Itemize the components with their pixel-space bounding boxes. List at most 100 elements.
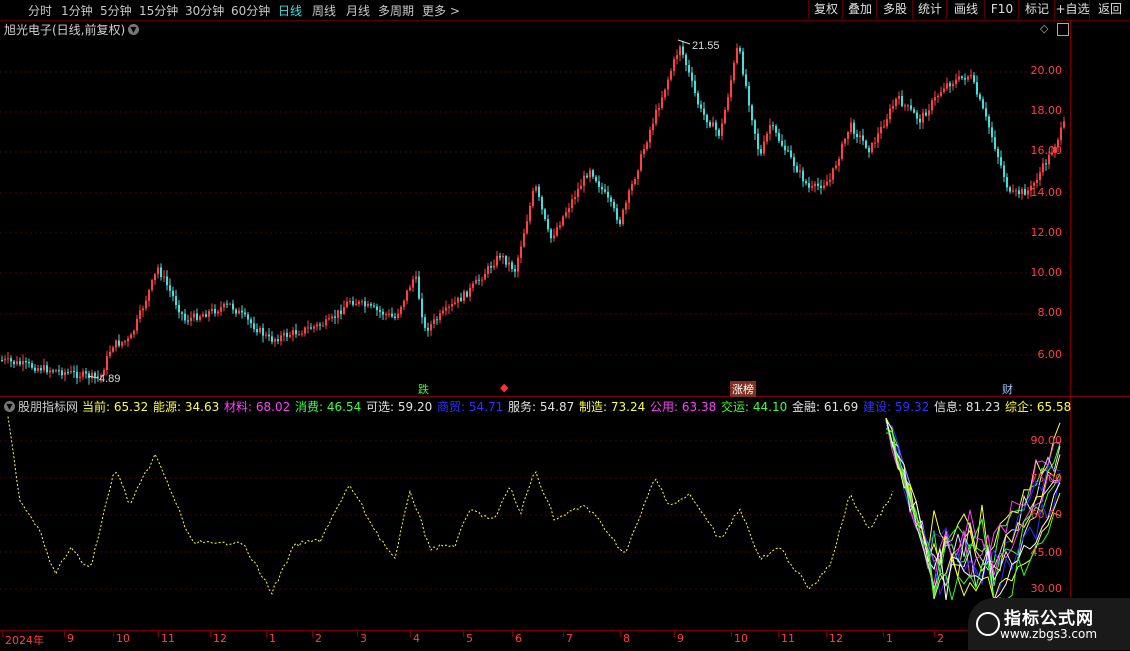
candle-body: [298, 334, 300, 336]
candle-body: [577, 188, 579, 198]
candle-body: [226, 303, 228, 305]
candle-body: [805, 181, 807, 184]
candle-body: [643, 149, 645, 155]
candle-body: [319, 324, 321, 326]
indicator-item: 公用: 63.38: [650, 400, 717, 414]
candle-body: [622, 209, 624, 225]
event-marker[interactable]: ◆: [498, 381, 510, 394]
candle-body: [481, 279, 483, 281]
event-marker[interactable]: 财: [1000, 381, 1015, 397]
candle-body: [679, 46, 681, 56]
candle-body: [733, 62, 735, 81]
candle-body: [250, 319, 252, 324]
candle-body: [55, 370, 57, 372]
candle-body: [52, 370, 54, 372]
candle-body: [901, 96, 903, 107]
candle-body: [862, 135, 864, 141]
candle-body: [526, 221, 528, 234]
candle-body: [730, 80, 732, 98]
x-tick-label: 10: [734, 632, 748, 645]
candle-body: [211, 308, 213, 312]
x-tick-label: 12: [213, 632, 227, 645]
x-tick-label: 3: [360, 632, 367, 645]
current-line: [7, 416, 894, 595]
candle-body: [223, 303, 225, 308]
indicator-name: 股朋指标网: [18, 400, 79, 414]
candle-body: [292, 330, 294, 335]
candle-body: [841, 143, 843, 159]
indicator-tick-label: 75.00: [1030, 472, 1063, 485]
candle-body: [13, 361, 15, 365]
candle-body: [178, 304, 180, 313]
candle-body: [418, 276, 420, 299]
event-marker[interactable]: 跌: [416, 381, 431, 397]
candle-body: [229, 303, 231, 305]
candle-body: [670, 71, 672, 80]
candle-body: [82, 371, 84, 377]
x-tick: [674, 631, 675, 637]
indicator-item: 建设: 59.32: [863, 400, 930, 414]
candle-body: [871, 142, 873, 153]
candle-body: [949, 83, 951, 87]
candle-body: [553, 235, 555, 239]
candle-body: [586, 175, 588, 178]
candle-body: [259, 327, 261, 333]
candle-body: [118, 340, 120, 346]
candle-body: [835, 165, 837, 169]
candle-body: [994, 137, 996, 149]
candle-body: [130, 334, 132, 339]
candle-body: [700, 104, 702, 109]
candle-body: [742, 51, 744, 75]
candle-body: [601, 186, 603, 190]
candle-body: [364, 301, 366, 307]
candle-body: [775, 125, 777, 133]
candle-body: [619, 219, 621, 225]
kline-chart[interactable]: 21.55 4.89: [0, 0, 1130, 650]
candle-body: [16, 361, 18, 365]
candle-body: [190, 317, 192, 322]
x-tick-label: 2: [315, 632, 322, 645]
candle-body: [604, 189, 606, 192]
x-tick: [64, 631, 65, 637]
candle-body: [817, 183, 819, 186]
candle-body: [562, 216, 564, 226]
candle-body: [859, 135, 861, 138]
candle-body: [967, 76, 969, 80]
x-tick: [312, 631, 313, 637]
candle-body: [502, 255, 504, 258]
candle-body: [490, 266, 492, 268]
candle-body: [94, 372, 96, 377]
chevron-down-icon[interactable]: ▼: [4, 401, 15, 412]
candle-body: [979, 94, 981, 100]
candle-body: [724, 109, 726, 124]
candle-body: [907, 105, 909, 107]
candle-body: [220, 307, 222, 312]
candle-body: [709, 122, 711, 127]
candle-body: [664, 89, 666, 98]
candle-body: [325, 319, 327, 326]
candle-body: [928, 110, 930, 116]
candle-body: [85, 371, 87, 374]
indicator-tick-label: 30.00: [1030, 582, 1063, 595]
candle-body: [241, 310, 243, 313]
candle-body: [964, 78, 966, 80]
candle-body: [124, 341, 126, 343]
candle-body: [127, 338, 129, 342]
candle-body: [865, 140, 867, 148]
candle-body: [382, 311, 384, 315]
candle-body: [703, 108, 705, 115]
candle-body: [727, 97, 729, 110]
candle-body: [985, 108, 987, 117]
candle-body: [307, 327, 309, 329]
event-marker[interactable]: 涨榜: [730, 381, 756, 397]
candle-body: [400, 306, 402, 314]
indicator-item: 交运: 44.10: [721, 400, 788, 414]
candle-body: [988, 116, 990, 128]
candle-body: [808, 183, 810, 188]
candle-body: [199, 316, 201, 320]
candle-body: [1003, 165, 1005, 178]
candle-body: [919, 118, 921, 123]
candle-body: [844, 138, 846, 144]
candle-body: [196, 313, 198, 320]
candle-body: [757, 133, 759, 150]
